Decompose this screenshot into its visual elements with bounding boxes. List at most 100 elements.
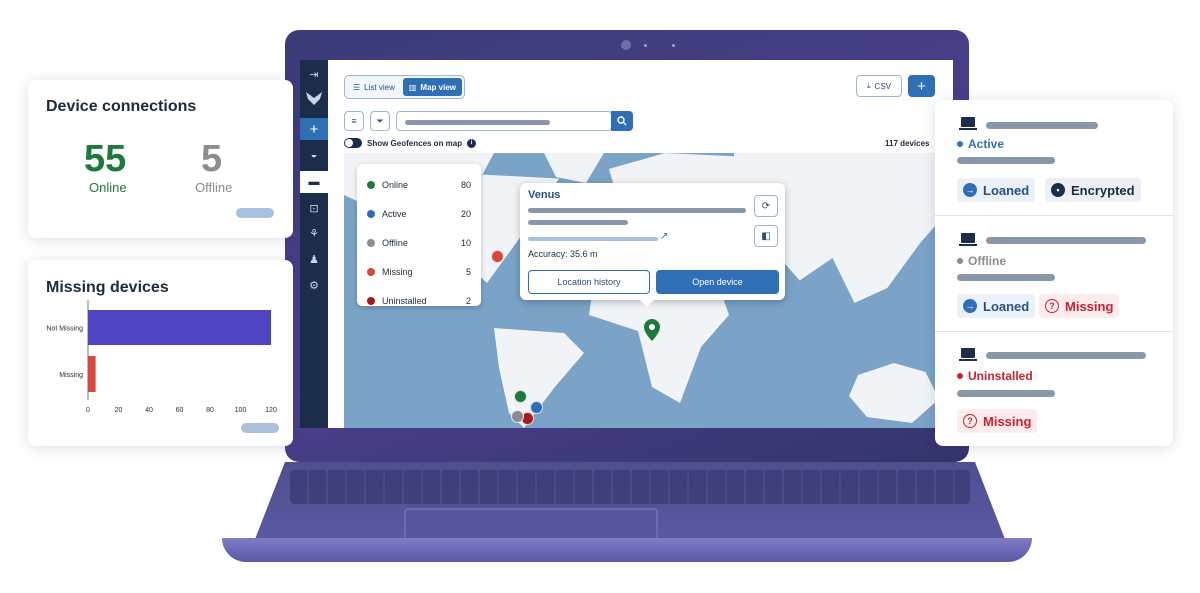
legend-label: Offline [382,237,408,248]
external-link-icon[interactable]: ↗ [660,231,668,242]
device-detail-placeholder [957,390,1055,397]
csv-label: CSV [874,81,891,91]
y-tick-label: Missing [59,372,83,379]
search-placeholder-bar [405,120,550,125]
device-item[interactable]: Offline → Loaned ? Missing [935,216,1173,330]
add-icon[interactable]: + [300,118,328,140]
device-status: Offline [957,254,1006,268]
x-tick-label: 60 [176,407,184,414]
map-pin-missing[interactable] [491,250,504,263]
popup-progress-bar [528,237,658,241]
legend-count: 20 [460,208,471,219]
list-icon: ☰ [353,82,361,92]
logo-icon[interactable] [300,87,328,109]
map-icon: ▥ [408,82,417,92]
legend-label: Active [382,208,407,219]
search-icon [617,116,627,126]
offline-count: 5 [201,138,223,180]
csv-export-button[interactable]: ⤓ CSV [856,75,902,97]
tag-label: Loaned [983,298,1030,314]
geofence-label: Show Geofences on map [367,138,463,148]
selected-location-pin-icon[interactable] [644,319,660,341]
open-device-button[interactable]: Open device [656,270,779,294]
legend-row-offline[interactable]: Offline 10 [367,228,471,257]
online-label: Online [89,180,127,195]
map-view-label: Map view [420,82,456,92]
users-icon[interactable]: ♟ [300,248,328,270]
bar-missing[interactable] [88,356,96,392]
map-pin-offline[interactable] [511,410,524,423]
laptop-base [222,538,1032,562]
card-action-pill[interactable] [241,423,279,433]
map-view-button[interactable]: ▥ Map view [402,78,462,96]
add-device-button[interactable]: + [908,75,935,97]
filter-icon[interactable]: ⏷ [370,111,390,131]
x-tick-label: 80 [206,407,214,414]
map-pin-online[interactable] [514,390,527,403]
device-status: Uninstalled [957,369,1033,383]
x-tick-label: 120 [265,407,277,414]
app-screen: ⇥ + ◒ ▬ ⊡ ⚘ ♟ ⚙ ☰ List view ▥ Map view ⤓ [300,60,953,428]
status-dot-icon [367,209,375,218]
popup-device-name: Venus [528,189,561,201]
legend-row-active[interactable]: Active 20 [367,199,471,228]
legend-count: 10 [460,237,471,248]
dashboard-icon[interactable]: ◒ [300,144,328,166]
search-button[interactable] [611,111,633,131]
arrow-right-icon: → [963,183,977,197]
popup-placeholder-bar [528,208,746,213]
search-input[interactable] [396,111,612,131]
refresh-icon[interactable]: ⟳ [754,195,778,217]
status-dot-icon [957,373,963,379]
legend-count: 5 [465,266,471,277]
legend-label: Missing [382,266,413,277]
columns-icon[interactable]: ≡ [344,111,364,131]
status-dot-icon [367,267,375,276]
legend-label: Online [382,179,409,190]
device-detail-placeholder [957,274,1055,281]
question-icon: ? [1045,299,1059,313]
geofence-toggle-row: Show Geofences on map i [344,138,477,148]
collapse-icon[interactable]: ⇥ [300,63,328,85]
tag-label: Missing [983,413,1032,429]
list-view-label: List view [364,82,395,92]
status-label: Uninstalled [968,369,1033,383]
location-history-button[interactable]: Location history [528,270,650,294]
panel-icon[interactable]: ◧ [754,225,778,247]
bar-not-missing[interactable] [88,310,271,345]
online-count: 55 [84,138,127,180]
legend-row-uninstalled[interactable]: Uninstalled 2 [367,286,471,315]
device-popup: Venus ↗ Accuracy: 35.6 m ⟳ ◧ Location hi… [520,183,785,307]
map-pin-active[interactable] [530,401,543,414]
robot-icon[interactable]: ⊡ [300,197,328,219]
card-action-pill[interactable] [236,208,274,218]
device-detail-placeholder [957,157,1055,164]
device-item[interactable]: Active → Loaned ▪ Encrypted [935,100,1173,215]
info-icon[interactable]: i [467,138,477,148]
download-icon: ⤓ [867,81,871,90]
legend-row-missing[interactable]: Missing 5 [367,257,471,286]
laptop-touchpad [404,508,658,542]
device-status: Active [957,137,1004,151]
webcam-indicator [644,44,647,47]
card-title: Device connections [46,98,197,115]
devices-icon[interactable]: ▬ [300,171,328,193]
device-name-placeholder [986,352,1146,359]
status-legend: Online 80 Active 20 Offline 10 Missing 5… [357,164,481,306]
legend-row-online[interactable]: Online 80 [367,170,471,199]
status-label: Offline [968,254,1006,268]
list-view-button[interactable]: ☰ List view [347,78,401,96]
settings-icon[interactable]: ⚙ [300,274,328,296]
laptop-icon [959,233,977,246]
status-dot-icon [367,296,375,305]
stage: ⇥ + ◒ ▬ ⊡ ⚘ ♟ ⚙ ☰ List view ▥ Map view ⤓ [0,0,1200,593]
land-australia [849,363,939,423]
laptop-icon [959,117,977,130]
integrations-icon[interactable]: ⚘ [300,222,328,244]
popup-placeholder-bar [528,220,628,225]
sidebar: ⇥ + ◒ ▬ ⊡ ⚘ ♟ ⚙ [300,60,328,428]
geofence-toggle[interactable] [344,138,362,148]
status-dot-icon [367,238,375,247]
webcam-indicator [672,44,675,47]
device-item[interactable]: Uninstalled ? Missing [935,332,1173,446]
